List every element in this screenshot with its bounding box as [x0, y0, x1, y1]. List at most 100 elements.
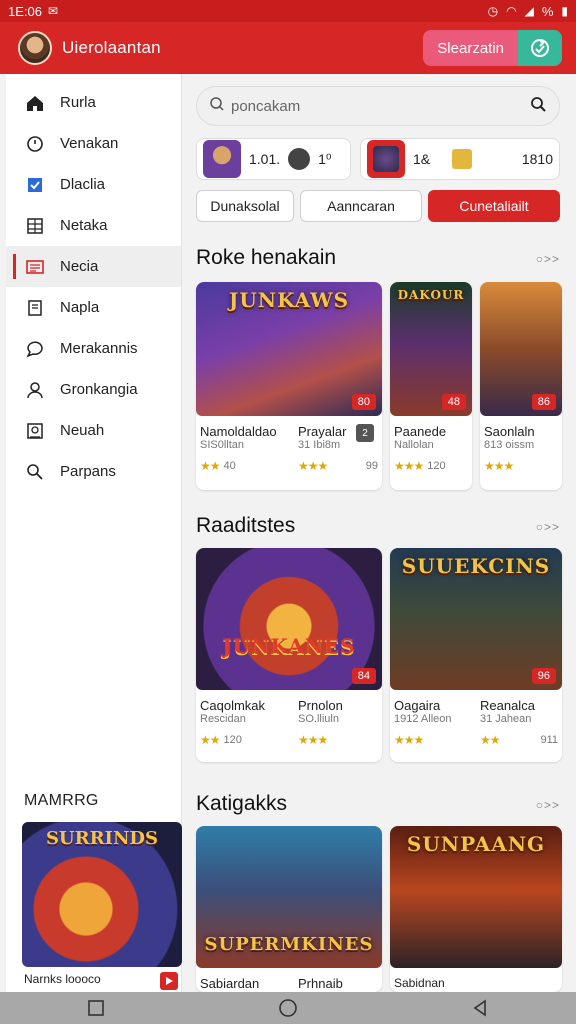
clock-icon	[24, 133, 46, 155]
section-more-link[interactable]: ○>>	[536, 798, 560, 812]
game-title: Sabiardan	[200, 976, 260, 991]
promo-text: 1&	[413, 151, 431, 167]
status-bar: 1E:06 ✉ ◷ ◠ ◢ % ▮	[0, 0, 576, 22]
game-subtitle: Nallolan	[394, 439, 434, 451]
sidebar-item-gronkangia[interactable]: Gronkangia	[6, 369, 181, 410]
sidebar-item-label: Merakannis	[60, 340, 138, 357]
search-submit-icon[interactable]	[529, 95, 547, 118]
game-badge: 84	[351, 668, 376, 684]
chat-icon	[24, 338, 46, 360]
sidebar-item-merakannis[interactable]: Merakannis	[6, 328, 181, 369]
featured-game-logo: SURRINDS	[45, 828, 159, 849]
alarm-icon: ◷	[487, 4, 499, 18]
section-more-link[interactable]: ○>>	[536, 520, 560, 534]
game-title: Prnolon	[298, 698, 343, 713]
game-thumbnail: SUPERMKINES	[196, 826, 382, 968]
search-icon	[24, 461, 46, 483]
sidebar-item-neuah[interactable]: Neuah	[6, 410, 181, 451]
sidebar-item-rurla[interactable]: Rurla	[6, 82, 181, 123]
bookmark-icon	[24, 297, 46, 319]
promo-sub: 1810	[521, 151, 553, 167]
game-badge: 86	[531, 394, 556, 410]
rating-stars: ★★	[200, 459, 220, 473]
rating-stars: ★★	[200, 733, 220, 747]
game-title: Reanalca	[480, 698, 535, 713]
game-thumbnail: DAKOUR 48	[390, 282, 472, 416]
game-title: Prhnaib	[298, 976, 343, 991]
promo-coin-icon	[452, 149, 473, 169]
sidebar-item-label: Dlaclia	[60, 176, 106, 193]
game-logo: SUPERMKINES	[204, 934, 374, 955]
promo-thumbnail	[203, 140, 241, 178]
tab-cunetaliailt[interactable]: Cunetaliailt	[428, 190, 560, 222]
game-card[interactable]: SUUEKCINS 96 Oagaira 1912 Alleon ★★★ Rea…	[390, 548, 562, 762]
game-card[interactable]: SUNPAANG Sabidnan	[390, 826, 562, 992]
rating-stars: ★★	[480, 733, 500, 747]
box-icon	[24, 420, 46, 442]
home-button[interactable]	[268, 994, 308, 1022]
rating-count: 120	[427, 460, 446, 472]
game-card[interactable]: DAKOUR 48 Paanede Nallolan ★★★ 120	[390, 282, 472, 490]
sidebar-item-necia[interactable]: Necia	[6, 246, 181, 287]
recents-button[interactable]	[76, 994, 116, 1022]
game-logo: SUNPAANG	[406, 832, 546, 856]
app-bar: Uierolaantan Slearzatin	[0, 22, 576, 74]
tab-dunaksolal[interactable]: Dunaksolal	[196, 190, 294, 222]
rating-count: 911	[540, 734, 558, 746]
sidebar-item-label: Neuah	[60, 422, 105, 439]
refresh-icon[interactable]	[518, 30, 562, 66]
section-title: Raaditstes	[196, 514, 296, 537]
sidebar-item-venakan[interactable]: Venakan	[6, 123, 181, 164]
game-badge: 96	[531, 668, 556, 684]
appbar-action-button[interactable]: Slearzatin	[423, 30, 562, 66]
search-icon	[209, 96, 225, 117]
sidebar-item-label: Venakan	[60, 135, 119, 152]
back-button[interactable]	[460, 994, 500, 1022]
game-logo: JUNKANES	[222, 634, 356, 658]
search-input[interactable]: poncakam	[196, 86, 560, 126]
featured-game-caption: Narnks loooco	[24, 972, 101, 986]
game-subtitle: 1912 Alleon	[394, 713, 452, 725]
game-card[interactable]: SUPERMKINES Sabiardan Prhnaib	[196, 826, 382, 992]
app-title: Uierolaantan	[62, 38, 161, 57]
game-card[interactable]: JUNKANES 84 Caqolmkak Rescidan ★★ 120 Prn…	[196, 548, 382, 762]
game-badge: 48	[441, 394, 466, 410]
tab-aanncaran[interactable]: Aanncaran	[300, 190, 422, 222]
sidebar: Rurla Venakan Dlaclia Netaka Necia Napla…	[6, 74, 182, 992]
section-more-link[interactable]: ○>>	[536, 252, 560, 266]
main-content: poncakam 1.01. 1⁰ 1& 1810 Dunaksolal Aan…	[184, 74, 576, 992]
promo-tile-left[interactable]: 1.01. 1⁰	[196, 138, 351, 180]
rating-count: 40	[223, 460, 236, 472]
home-icon	[24, 92, 46, 114]
wifi-icon: ◠	[506, 4, 517, 18]
sidebar-item-dlaclia[interactable]: Dlaclia	[6, 164, 181, 205]
signal-icon: ◢	[524, 4, 534, 18]
game-badge: 80	[351, 394, 376, 410]
promo-tile-right[interactable]: 1& 1810	[360, 138, 560, 180]
promo-thumbnail	[367, 140, 405, 178]
game-thumbnail: SUNPAANG	[390, 826, 562, 968]
game-subtitle: 813 oissm	[484, 439, 535, 451]
game-title: Saonlaln	[484, 424, 535, 439]
featured-game-card[interactable]: SURRINDS Narnks loooco	[22, 822, 184, 992]
bookmark-icon[interactable]: 2	[356, 424, 374, 442]
game-card[interactable]: JUNKAWS 80 Namoldaldao SIS0lltan ★★ 40 Pr…	[196, 282, 382, 490]
sidebar-item-parpans[interactable]: Parpans	[6, 451, 181, 492]
featured-game-thumbnail: SURRINDS	[22, 822, 182, 967]
game-card[interactable]: 86 Saonlaln 813 oissm ★★★	[480, 282, 562, 490]
notification-icon: ✉	[47, 4, 59, 18]
check-icon	[24, 174, 46, 196]
game-logo: DAKOUR	[397, 288, 465, 302]
game-logo: JUNKAWS	[228, 288, 350, 312]
sidebar-item-napla[interactable]: Napla	[6, 287, 181, 328]
rating-stars: ★★★	[484, 459, 514, 473]
section-title: Roke henakain	[196, 246, 337, 269]
game-subtitle: Rescidan	[200, 713, 246, 725]
avatar[interactable]	[18, 31, 52, 65]
game-thumbnail: JUNKANES 84	[196, 548, 382, 690]
game-subtitle: 31 Jahean	[480, 713, 532, 725]
sidebar-item-netaka[interactable]: Netaka	[6, 205, 181, 246]
rating-stars: ★★★	[298, 459, 328, 473]
user-icon	[24, 379, 46, 401]
promo-avatar-icon	[288, 148, 311, 170]
